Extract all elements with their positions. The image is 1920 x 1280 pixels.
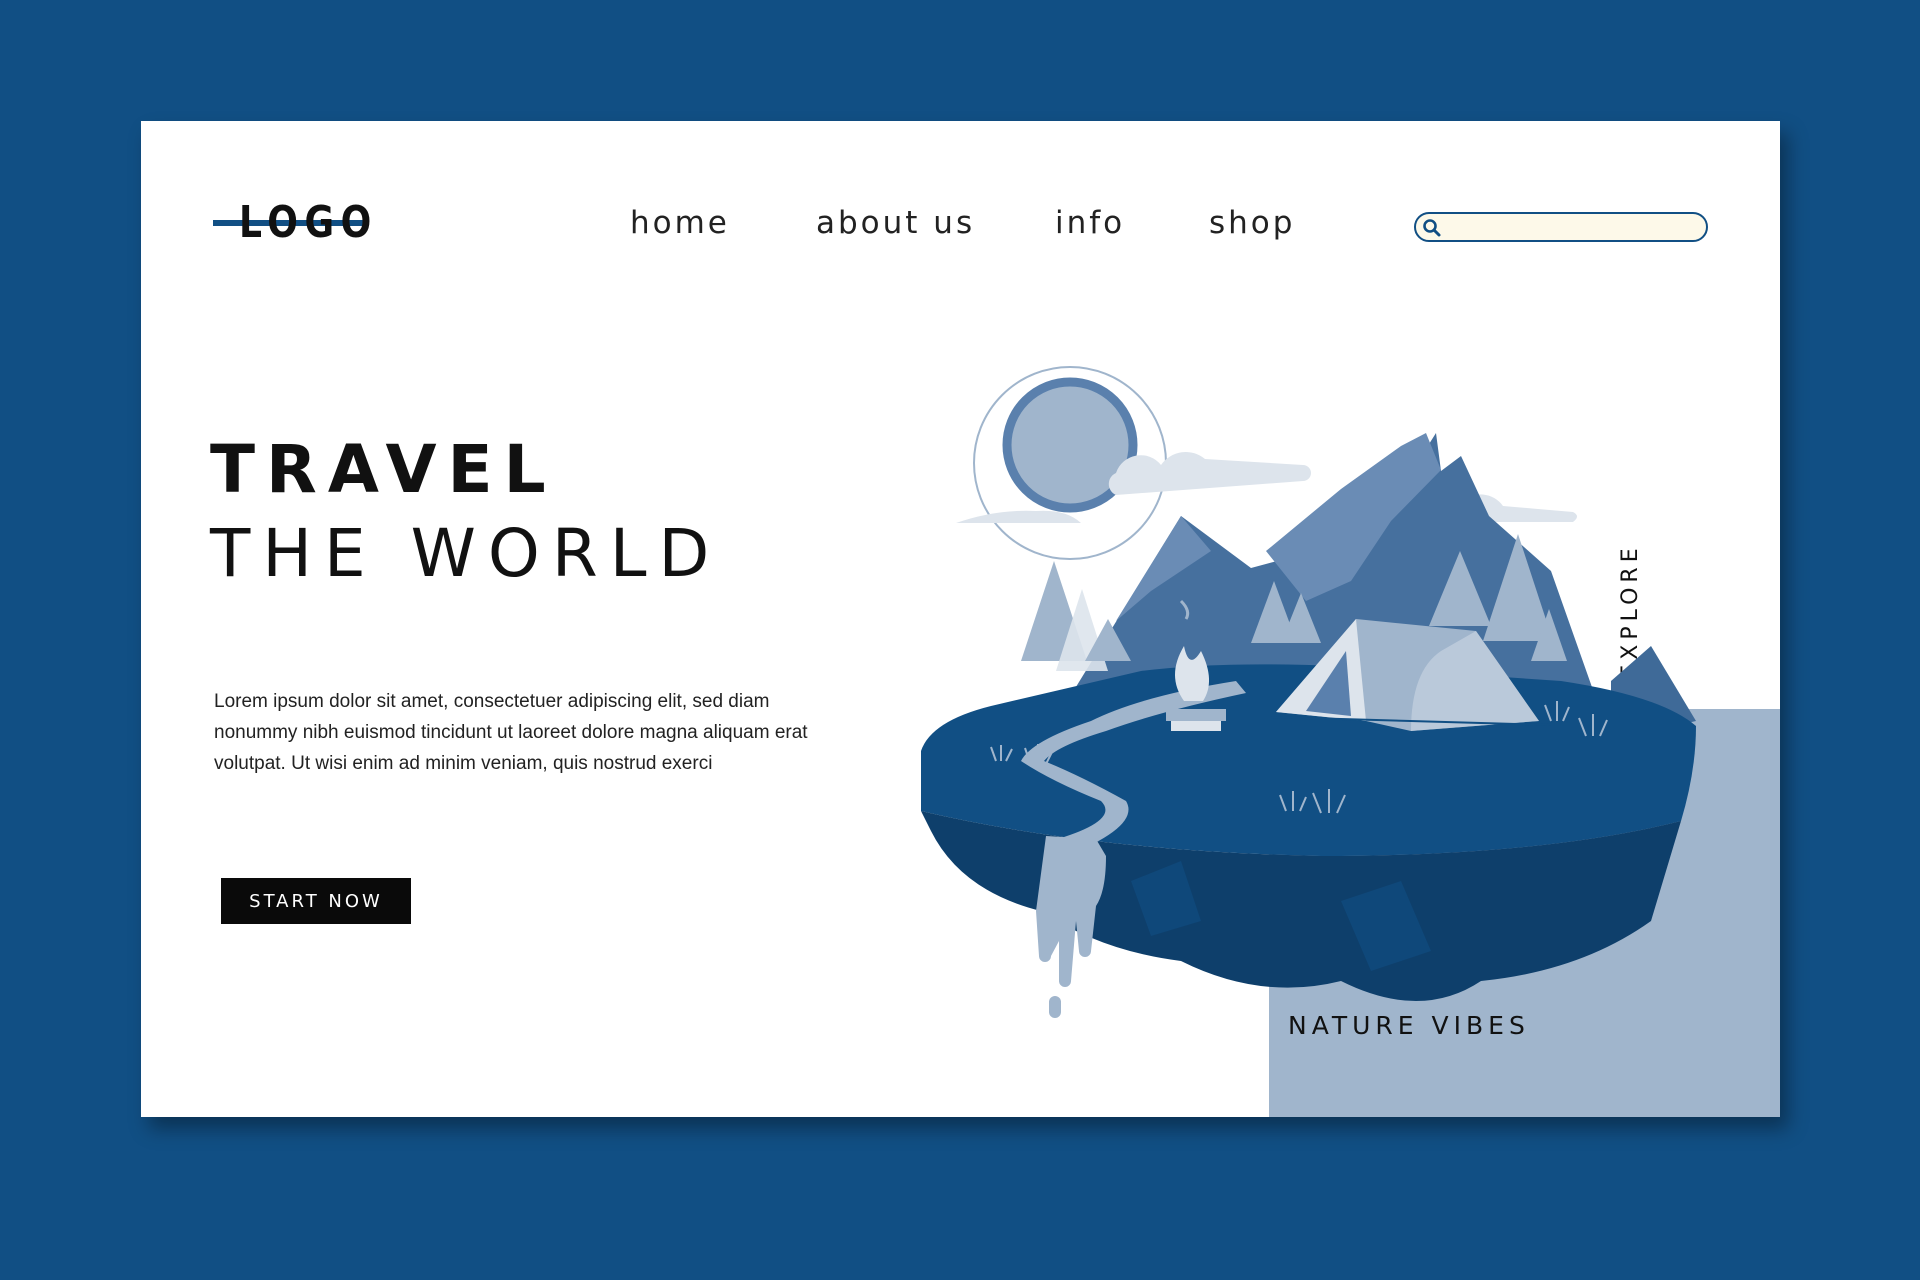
floating-island-illustration [921, 366, 1696, 1018]
landing-card: LOGO home about us info shop TRAVEL THE … [141, 121, 1780, 1117]
